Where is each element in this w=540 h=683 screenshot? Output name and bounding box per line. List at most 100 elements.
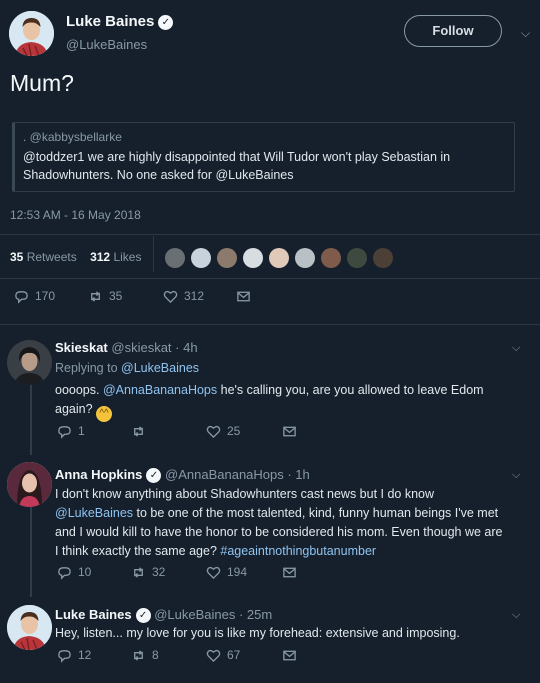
- reply-count: 12: [78, 648, 92, 662]
- likes-count: 312: [90, 250, 111, 264]
- tweet-text: Mum?: [10, 70, 74, 96]
- mention-link[interactable]: @AnnaBananaHops: [103, 383, 217, 397]
- retweets-count: 35: [10, 250, 24, 264]
- reply-author-handle[interactable]: @LukeBaines · 25m: [154, 607, 272, 622]
- replying-to-mention[interactable]: @LukeBaines: [121, 361, 199, 375]
- liker-avatar[interactable]: [347, 248, 367, 268]
- liker-avatar[interactable]: [295, 248, 315, 268]
- reply-text-line: I don't know anything about Shadowhunter…: [55, 487, 435, 501]
- reply-avatar[interactable]: [7, 605, 52, 650]
- liker-avatar[interactable]: [321, 248, 341, 268]
- stats-separator: [153, 236, 154, 272]
- heart-icon: [206, 566, 221, 579]
- reply-count: 10: [78, 565, 92, 579]
- reply-header: Skieskat @skieskat · 4h: [55, 340, 198, 355]
- tweet-timestamp[interactable]: 12:53 AM - 16 May 2018: [10, 208, 141, 222]
- reply-icon: [15, 290, 28, 304]
- reply-avatar[interactable]: [7, 340, 52, 385]
- chevron-down-icon[interactable]: ⌵: [512, 342, 520, 355]
- liker-avatar[interactable]: [191, 248, 211, 268]
- reply-header: Luke Baines ✓ @LukeBaines · 25m: [55, 607, 272, 623]
- like-button[interactable]: 194: [206, 565, 247, 580]
- reply-avatar[interactable]: [7, 462, 52, 507]
- reply-text: oooops. @AnnaBananaHops he's calling you…: [55, 381, 505, 422]
- retweet-button[interactable]: 8: [131, 648, 159, 663]
- reply-count: 170: [35, 289, 56, 303]
- reply-icon: [58, 649, 71, 663]
- reply-icon: [58, 566, 71, 580]
- reply-text-start: oooops.: [55, 383, 103, 397]
- envelope-icon: [283, 567, 296, 577]
- retweet-icon: [91, 290, 100, 302]
- reply-button[interactable]: 10: [57, 565, 91, 580]
- like-count: 67: [227, 648, 241, 662]
- retweets-label: Retweets: [26, 250, 77, 264]
- thread-line: [30, 385, 32, 455]
- heart-icon: [163, 290, 178, 303]
- hashtag-link[interactable]: #ageaintnothingbutanumber: [220, 544, 376, 558]
- quoted-tweet[interactable]: . @kabbysbellarke @toddzer1 we are highl…: [12, 122, 515, 192]
- sweat-smile-emoji-icon: ^^: [96, 406, 113, 422]
- retweet-count: 35: [109, 289, 123, 303]
- replying-to-prefix: Replying to: [55, 361, 122, 375]
- divider: [0, 324, 540, 325]
- liker-avatar[interactable]: [165, 248, 185, 268]
- quoted-tweet-text: @toddzer1 we are highly disappointed tha…: [23, 150, 451, 182]
- divider: [0, 278, 540, 279]
- chevron-down-icon[interactable]: ⌵: [512, 609, 520, 622]
- mention-link[interactable]: @LukeBaines: [55, 506, 133, 520]
- direct-message-button[interactable]: [282, 565, 297, 580]
- divider: [0, 234, 540, 235]
- retweet-count: 8: [152, 648, 159, 662]
- reply-text: Hey, listen... my love for you is like m…: [55, 626, 460, 640]
- author-name[interactable]: Luke Baines ✓: [66, 13, 174, 30]
- like-count: 25: [227, 424, 241, 438]
- quoted-tweet-handle[interactable]: . @kabbysbellarke: [23, 130, 122, 144]
- liker-avatar[interactable]: [373, 248, 393, 268]
- chevron-down-icon[interactable]: ⌵: [512, 469, 520, 482]
- retweets-stat[interactable]: 35 Retweets: [10, 250, 77, 264]
- envelope-icon: [283, 426, 296, 436]
- author-handle[interactable]: @LukeBaines: [66, 37, 147, 52]
- likes-stat[interactable]: 312 Likes: [90, 250, 141, 264]
- retweet-button[interactable]: [131, 424, 152, 439]
- likes-label: Likes: [113, 250, 142, 264]
- reply-text-line: @LukeBaines to be one of the most talent…: [55, 504, 535, 523]
- like-count: 312: [184, 289, 205, 303]
- retweet-button[interactable]: 32: [131, 565, 165, 580]
- reply-text-fragment: I think exactly the same age?: [55, 544, 221, 558]
- liker-avatar[interactable]: [217, 248, 237, 268]
- reply-text: I don't know anything about Shadowhunter…: [55, 485, 535, 561]
- heart-icon: [206, 425, 221, 438]
- reply-button[interactable]: 12: [57, 648, 91, 663]
- envelope-icon: [283, 650, 296, 660]
- reply-author-name[interactable]: Anna Hopkins: [55, 467, 142, 482]
- reply-text-line: I think exactly the same age? #ageaintno…: [55, 542, 535, 561]
- reply-author-name[interactable]: Luke Baines: [55, 607, 132, 622]
- reply-button[interactable]: 170: [14, 289, 55, 304]
- reply-author-handle[interactable]: @skieskat · 4h: [111, 340, 197, 355]
- reply-author-handle[interactable]: @AnnaBananaHops · 1h: [165, 467, 310, 482]
- chevron-down-icon[interactable]: ⌵: [521, 26, 530, 41]
- liker-avatar[interactable]: [243, 248, 263, 268]
- heart-icon: [206, 649, 221, 662]
- reply-button[interactable]: 1: [57, 424, 85, 439]
- like-button[interactable]: 67: [206, 648, 240, 663]
- reply-author-name[interactable]: Skieskat: [55, 340, 108, 355]
- direct-message-button[interactable]: [282, 648, 297, 663]
- retweet-count: 32: [152, 565, 166, 579]
- like-button[interactable]: 312: [163, 289, 204, 304]
- retweet-button[interactable]: 35: [88, 289, 122, 304]
- verified-badge-icon: ✓: [158, 15, 174, 30]
- like-button[interactable]: 25: [206, 424, 240, 439]
- author-avatar[interactable]: [9, 11, 54, 56]
- author-name-text[interactable]: Luke Baines: [66, 13, 154, 30]
- follow-button[interactable]: Follow: [404, 15, 502, 47]
- direct-message-button[interactable]: [282, 424, 297, 439]
- direct-message-button[interactable]: [236, 289, 251, 304]
- liker-avatar[interactable]: [269, 248, 289, 268]
- retweet-icon: [134, 566, 143, 578]
- replying-to: Replying to @LukeBaines: [55, 361, 199, 375]
- reply-count: 1: [78, 424, 85, 438]
- reply-icon: [58, 425, 71, 439]
